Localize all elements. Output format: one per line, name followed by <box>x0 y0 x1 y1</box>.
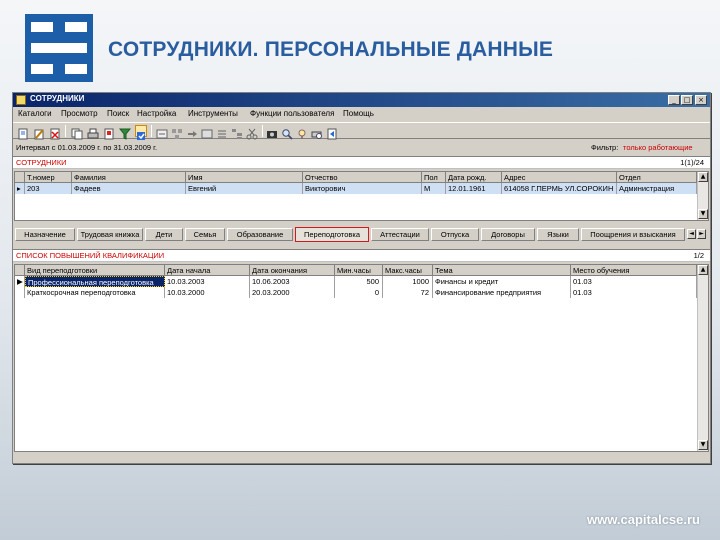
table-row[interactable]: ▸ 203 Фадеев Евгений Викторович М 12.01.… <box>15 183 697 194</box>
window-titlebar[interactable]: СОТРУДНИКИ _ □ × <box>13 93 710 107</box>
company-logo <box>25 14 93 82</box>
tabs-scroll-left-icon[interactable]: ◄ <box>687 229 696 239</box>
col-department[interactable]: Отдел <box>617 172 697 183</box>
slide-title: СОТРУДНИКИ. ПЕРСОНАЛЬНЫЕ ДАННЫЕ <box>108 38 554 61</box>
group-icon[interactable] <box>171 125 183 139</box>
tab-languages[interactable]: Языки <box>537 228 579 241</box>
qualification-grid[interactable]: Вид переподготовки Дата начала Дата окон… <box>14 264 709 452</box>
row-indicator-icon: ▸ <box>15 183 25 194</box>
qualification-header-row: Вид переподготовки Дата начала Дата окон… <box>15 265 697 276</box>
col-patronymic[interactable]: Отчество <box>303 172 422 183</box>
tab-family[interactable]: Семья <box>185 228 225 241</box>
find-icon[interactable] <box>296 125 308 139</box>
col-start-date[interactable]: Дата начала <box>165 265 250 276</box>
minimize-button[interactable]: _ <box>668 95 680 105</box>
col-retraining-type[interactable]: Вид переподготовки <box>25 265 165 276</box>
tab-assignment[interactable]: Назначение <box>15 228 75 241</box>
window-title: СОТРУДНИКИ <box>30 94 85 103</box>
new-icon[interactable] <box>17 125 29 140</box>
filter-value[interactable]: только работающие <box>623 143 693 152</box>
interval-text: Интервал с 01.03.2009 г. по 31.03.2009 г… <box>16 143 158 152</box>
tab-work-book[interactable]: Трудовая книжка <box>77 228 143 241</box>
delete-icon[interactable] <box>49 125 61 140</box>
tabs-scroll-right-icon[interactable]: ► <box>697 229 706 239</box>
list-icon[interactable] <box>216 125 228 138</box>
tab-attestations[interactable]: Аттестации <box>371 228 429 241</box>
menu-settings[interactable]: Настройка <box>137 109 176 118</box>
tab-contracts[interactable]: Договоры <box>481 228 535 241</box>
table-row[interactable]: Краткосрочная переподготовка 10.03.2000 … <box>15 287 697 298</box>
employees-grid[interactable]: Т.номер Фамилия Имя Отчество Пол Дата ро… <box>14 171 709 221</box>
menu-view[interactable]: Просмотр <box>61 109 98 118</box>
footer-url[interactable]: www.capitalcse.ru <box>587 512 700 527</box>
col-end-date[interactable]: Дата окончания <box>250 265 335 276</box>
menu-catalogs[interactable]: Каталоги <box>18 109 52 118</box>
table-row[interactable]: ▶ Профессиональная переподготовка 10.03.… <box>15 276 697 287</box>
employees-title: СОТРУДНИКИ <box>16 158 67 167</box>
maximize-button[interactable]: □ <box>681 95 693 105</box>
row-indicator-icon: ▶ <box>15 276 25 287</box>
menu-help[interactable]: Помощь <box>343 109 374 118</box>
tab-retraining[interactable]: Переподготовка <box>295 227 369 242</box>
filter-line: Интервал с 01.03.2009 г. по 31.03.2009 г… <box>13 142 710 154</box>
print-preview-icon[interactable] <box>311 125 323 139</box>
employees-counter: 1(1)/24 <box>680 158 704 167</box>
close-button[interactable]: × <box>695 95 707 105</box>
employees-section-header: СОТРУДНИКИ 1(1)/24 <box>13 156 710 169</box>
search-icon[interactable] <box>281 125 293 140</box>
col-max-hours[interactable]: Макс.часы <box>383 265 433 276</box>
tab-vacations[interactable]: Отпуска <box>431 228 479 241</box>
detail-tabs: Назначение Трудовая книжка Дети Семья Об… <box>15 226 709 243</box>
tab-children[interactable]: Дети <box>145 228 183 241</box>
print-icon[interactable] <box>87 125 99 139</box>
link-icon[interactable] <box>186 125 198 137</box>
col-min-hours[interactable]: Мин.часы <box>335 265 383 276</box>
col-tab-number[interactable]: Т.номер <box>25 172 72 183</box>
scroll-up-icon[interactable]: ▲ <box>698 265 708 275</box>
copy-icon[interactable] <box>71 125 83 140</box>
scroll-down-icon[interactable]: ▼ <box>698 440 708 450</box>
qualification-scrollbar[interactable]: ▲ ▼ <box>697 265 708 451</box>
edit-icon[interactable] <box>33 125 45 140</box>
scroll-up-icon[interactable]: ▲ <box>698 172 708 182</box>
app-icon <box>16 95 26 105</box>
col-gender[interactable]: Пол <box>422 172 446 183</box>
menu-tools[interactable]: Инструменты <box>188 109 238 118</box>
filter-icon[interactable] <box>118 125 132 140</box>
col-study-place[interactable]: Место обучения <box>571 265 697 276</box>
filter-label: Фильтр: <box>591 143 619 152</box>
qualification-title: СПИСОК ПОВЫШЕНИЙ КВАЛИФИКАЦИИ <box>16 251 165 260</box>
select-icon[interactable] <box>156 125 168 139</box>
menu-bar: Каталоги Просмотр Поиск Настройка Инстру… <box>13 108 710 121</box>
card-icon[interactable] <box>201 125 213 139</box>
menu-user-functions[interactable]: Функции пользователя <box>250 109 334 118</box>
camera-icon[interactable] <box>266 125 278 138</box>
employees-scrollbar[interactable]: ▲ ▼ <box>697 172 708 220</box>
tab-education[interactable]: Образование <box>227 228 293 241</box>
employees-header-row: Т.номер Фамилия Имя Отчество Пол Дата ро… <box>15 172 697 183</box>
scroll-down-icon[interactable]: ▼ <box>698 209 708 219</box>
refresh-icon[interactable] <box>135 125 147 140</box>
tree-icon[interactable] <box>231 125 243 139</box>
col-last-name[interactable]: Фамилия <box>72 172 186 183</box>
cut-icon[interactable] <box>246 125 258 140</box>
employees-window: СОТРУДНИКИ _ □ × Каталоги Просмотр Поиск… <box>12 92 711 464</box>
tab-rewards[interactable]: Поощрения и взыскания <box>581 228 685 241</box>
col-birth-date[interactable]: Дата рожд. <box>446 172 502 183</box>
toolbar <box>13 122 710 140</box>
col-address[interactable]: Адрес <box>502 172 617 183</box>
col-first-name[interactable]: Имя <box>186 172 303 183</box>
col-topic[interactable]: Тема <box>433 265 571 276</box>
menu-search[interactable]: Поиск <box>107 109 129 118</box>
qualification-counter: 1/2 <box>693 251 704 260</box>
export-icon[interactable] <box>326 125 338 140</box>
qualification-section-header: СПИСОК ПОВЫШЕНИЙ КВАЛИФИКАЦИИ 1/2 <box>13 249 710 262</box>
report-icon[interactable] <box>103 125 115 140</box>
